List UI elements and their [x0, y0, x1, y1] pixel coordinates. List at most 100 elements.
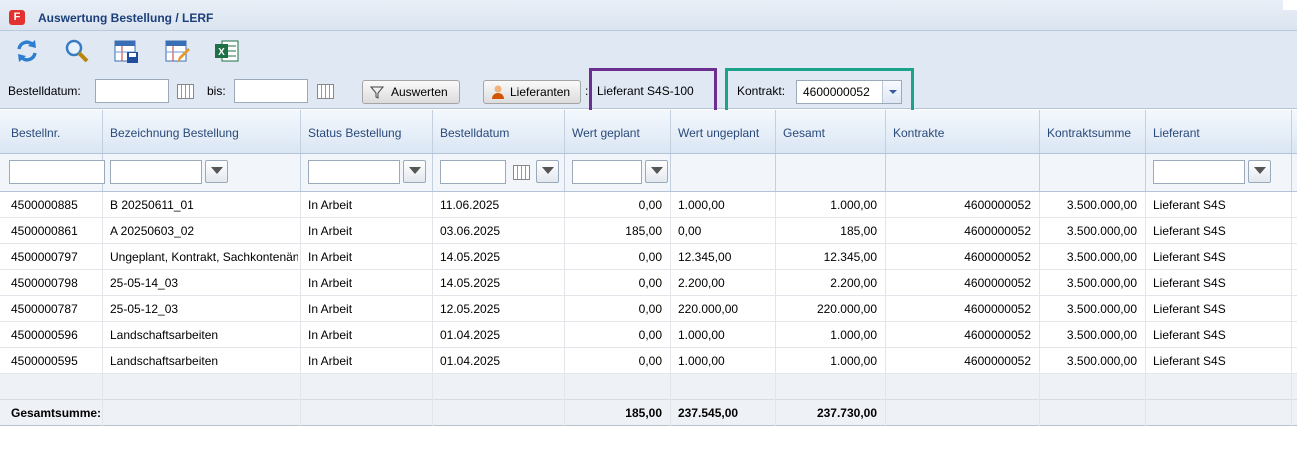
- table-row[interactable]: 4500000885 B 20250611_01 In Arbeit 11.06.20…: [0, 192, 1297, 218]
- person-icon: [492, 85, 504, 99]
- filter-funnel-icon[interactable]: [536, 160, 559, 183]
- cell-bezeichnung: B 20250611_01: [110, 198, 194, 212]
- cell-bestellnr: 4500000596: [11, 328, 78, 342]
- table-row[interactable]: 4500000596 Landschaftsarbeiten In Arbeit 01…: [0, 322, 1297, 348]
- colon-separator: :: [585, 84, 589, 98]
- column-divider: [670, 154, 671, 191]
- cell-kontraktsumme: 3.500.000,00: [1066, 354, 1137, 368]
- cell-bestelldatum: 14.05.2025: [440, 250, 501, 264]
- calendar-icon[interactable]: [177, 84, 194, 99]
- grid-header: Bestellnr. Bezeichnung Bestellung Status B…: [0, 110, 1297, 154]
- cell-lieferant: Lieferant S4S: [1153, 276, 1226, 290]
- bestelldatum-to-input[interactable]: [234, 79, 308, 103]
- cell-wert-geplant: 0,00: [638, 250, 662, 264]
- column-divider: [1291, 110, 1292, 153]
- excel-export-icon[interactable]: X: [213, 37, 241, 65]
- results-grid: Bestellnr. Bezeichnung Bestellung Status B…: [0, 110, 1297, 430]
- svg-text:X: X: [218, 47, 225, 58]
- summary-gesamt: 237.730,00: [816, 406, 877, 420]
- cell-bezeichnung: Landschaftsarbeiten: [110, 354, 219, 368]
- cell-bezeichnung: Landschaftsarbeiten: [110, 328, 219, 342]
- cell-bezeichnung: 25-05-14_03: [110, 276, 179, 290]
- table-row[interactable]: 4500000797 Ungeplant, Kontrakt, Sachkonte…: [0, 244, 1297, 270]
- column-divider: [102, 110, 103, 153]
- column-header-status[interactable]: Status Bestellung: [308, 126, 401, 140]
- column-header-kontrakte[interactable]: Kontrakte: [893, 126, 944, 140]
- title-bar: F Auswertung Bestellung / LERF: [0, 0, 1297, 31]
- column-header-kontraktsumme[interactable]: Kontraktsumme: [1047, 126, 1131, 140]
- cell-wert-ungeplant: 220.000,00: [678, 302, 739, 316]
- refresh-icon[interactable]: [13, 37, 41, 65]
- cell-gesamt: 1.000,00: [830, 198, 877, 212]
- column-divider: [1039, 154, 1040, 191]
- bestelldatum-from-input[interactable]: [95, 79, 169, 103]
- filter-input-bestelldatum[interactable]: [440, 160, 506, 184]
- auswerten-label: Auswerten: [391, 85, 448, 99]
- column-divider: [432, 154, 433, 191]
- cell-bestelldatum: 03.06.2025: [440, 224, 501, 238]
- highlight-lieferant-box: [589, 68, 717, 114]
- lieferanten-button[interactable]: Lieferanten: [483, 80, 581, 104]
- filter-funnel-icon[interactable]: [403, 160, 426, 183]
- cell-status: In Arbeit: [308, 328, 353, 342]
- cell-bezeichnung: 25-05-12_03: [110, 302, 179, 316]
- column-header-wert-ungeplant[interactable]: Wert ungeplant: [678, 126, 759, 140]
- column-divider: [775, 110, 776, 153]
- column-divider: [300, 110, 301, 153]
- filter-funnel-icon[interactable]: [205, 160, 228, 183]
- table-row[interactable]: 4500000798 25-05-14_03 In Arbeit 14.05.2025…: [0, 270, 1297, 296]
- calendar-icon[interactable]: [513, 165, 530, 180]
- cell-kontrakte: 4600000052: [964, 224, 1031, 238]
- column-header-bestellnr[interactable]: Bestellnr.: [11, 126, 60, 140]
- cell-lieferant: Lieferant S4S: [1153, 198, 1226, 212]
- cell-gesamt: 1.000,00: [830, 354, 877, 368]
- cell-bestellnr: 4500000885: [11, 198, 78, 212]
- column-divider: [670, 110, 671, 153]
- cell-kontrakte: 4600000052: [964, 198, 1031, 212]
- filter-funnel-icon[interactable]: [645, 160, 668, 183]
- cell-kontraktsumme: 3.500.000,00: [1066, 250, 1137, 264]
- column-header-gesamt[interactable]: Gesamt: [783, 126, 825, 140]
- auswerten-button[interactable]: Auswerten: [362, 80, 460, 104]
- cell-kontrakte: 4600000052: [964, 302, 1031, 316]
- column-header-wert-geplant[interactable]: Wert geplant: [572, 126, 640, 140]
- cell-wert-geplant: 185,00: [625, 224, 662, 238]
- save-layout-icon[interactable]: [112, 37, 140, 65]
- cell-kontraktsumme: 3.500.000,00: [1066, 328, 1137, 342]
- cell-kontrakte: 4600000052: [964, 276, 1031, 290]
- cell-wert-ungeplant: 1.000,00: [678, 198, 725, 212]
- edit-layout-icon[interactable]: [163, 37, 191, 65]
- table-row[interactable]: 4500000861 A 20250603_02 In Arbeit 03.06.20…: [0, 218, 1297, 244]
- filter-input-bestellnr[interactable]: [9, 160, 105, 184]
- filter-input-status[interactable]: [308, 160, 400, 184]
- highlight-kontrakt-box: [725, 68, 914, 114]
- lieferanten-label: Lieferanten: [510, 85, 571, 99]
- summary-label: Gesamtsumme:: [11, 406, 102, 420]
- calendar-icon[interactable]: [317, 84, 334, 99]
- column-header-bezeichnung[interactable]: Bezeichnung Bestellung: [110, 126, 239, 140]
- cell-status: In Arbeit: [308, 198, 353, 212]
- column-divider: [1145, 110, 1146, 153]
- search-icon[interactable]: [63, 37, 91, 65]
- column-header-lieferant[interactable]: Lieferant: [1153, 126, 1200, 140]
- column-divider: [1039, 110, 1040, 153]
- filter-funnel-icon[interactable]: [1248, 160, 1271, 183]
- filter-input-wert-geplant[interactable]: [572, 160, 642, 184]
- column-header-bestelldatum[interactable]: Bestelldatum: [440, 126, 509, 140]
- cell-bestellnr: 4500000595: [11, 354, 78, 368]
- app-logo-icon: F: [9, 10, 25, 25]
- filter-input-lieferant[interactable]: [1153, 160, 1245, 184]
- cell-bestelldatum: 01.04.2025: [440, 354, 501, 368]
- column-divider: [885, 154, 886, 191]
- table-row[interactable]: 4500000787 25-05-12_03 In Arbeit 12.05.2025…: [0, 296, 1297, 322]
- cell-lieferant: Lieferant S4S: [1153, 250, 1226, 264]
- column-divider: [300, 154, 301, 191]
- cell-status: In Arbeit: [308, 276, 353, 290]
- cell-bestelldatum: 01.04.2025: [440, 328, 501, 342]
- table-row[interactable]: 4500000595 Landschaftsarbeiten In Arbeit 01…: [0, 348, 1297, 374]
- filter-input-bezeichnung[interactable]: [110, 160, 202, 184]
- cell-gesamt: 220.000,00: [816, 302, 877, 316]
- cell-bestellnr: 4500000798: [11, 276, 78, 290]
- column-divider: [564, 110, 565, 153]
- cell-lieferant: Lieferant S4S: [1153, 302, 1226, 316]
